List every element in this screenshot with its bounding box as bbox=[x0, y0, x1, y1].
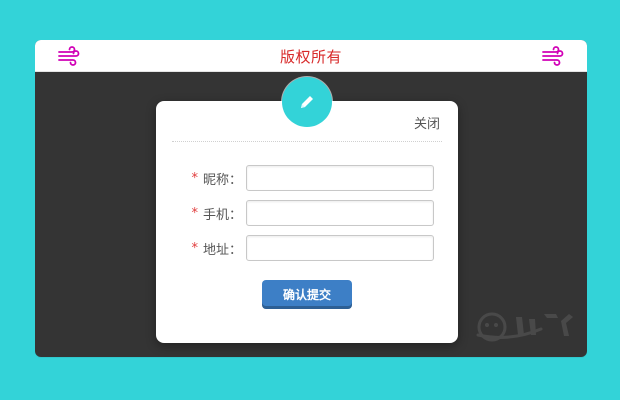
address-label: 地址： bbox=[202, 242, 242, 258]
address-row: * 地址： bbox=[184, 235, 434, 261]
header-bar: 版权所有 bbox=[35, 40, 587, 72]
phone-label-wrap: * 手机： bbox=[184, 204, 246, 223]
nickname-row: * 昵称： bbox=[184, 165, 434, 191]
header-title: 版权所有 bbox=[279, 48, 342, 66]
close-button[interactable]: 关闭 bbox=[414, 113, 440, 132]
phone-input[interactable] bbox=[246, 200, 434, 226]
address-label-wrap: * 地址： bbox=[184, 239, 246, 258]
required-mark: * bbox=[191, 240, 198, 256]
nickname-input[interactable] bbox=[246, 165, 434, 191]
phone-label: 手机： bbox=[202, 207, 242, 223]
submit-button[interactable]: 确认提交 bbox=[262, 280, 352, 309]
page-stage: 版权所有 关闭 * 昵称： * 手机： * 地址： 确认提交 bbox=[0, 0, 620, 400]
phone-row: * 手机： bbox=[184, 200, 434, 226]
nickname-label-wrap: * 昵称： bbox=[184, 169, 246, 188]
nickname-label: 昵称： bbox=[202, 172, 242, 188]
required-mark: * bbox=[191, 205, 198, 221]
wind-icon bbox=[542, 46, 564, 66]
pencil-icon bbox=[301, 96, 313, 108]
dialog-divider bbox=[172, 141, 442, 142]
form-dialog: 关闭 * 昵称： * 手机： * 地址： 确认提交 bbox=[156, 101, 458, 343]
required-mark: * bbox=[191, 170, 198, 186]
pencil-icon-badge bbox=[282, 77, 332, 127]
address-input[interactable] bbox=[246, 235, 434, 261]
